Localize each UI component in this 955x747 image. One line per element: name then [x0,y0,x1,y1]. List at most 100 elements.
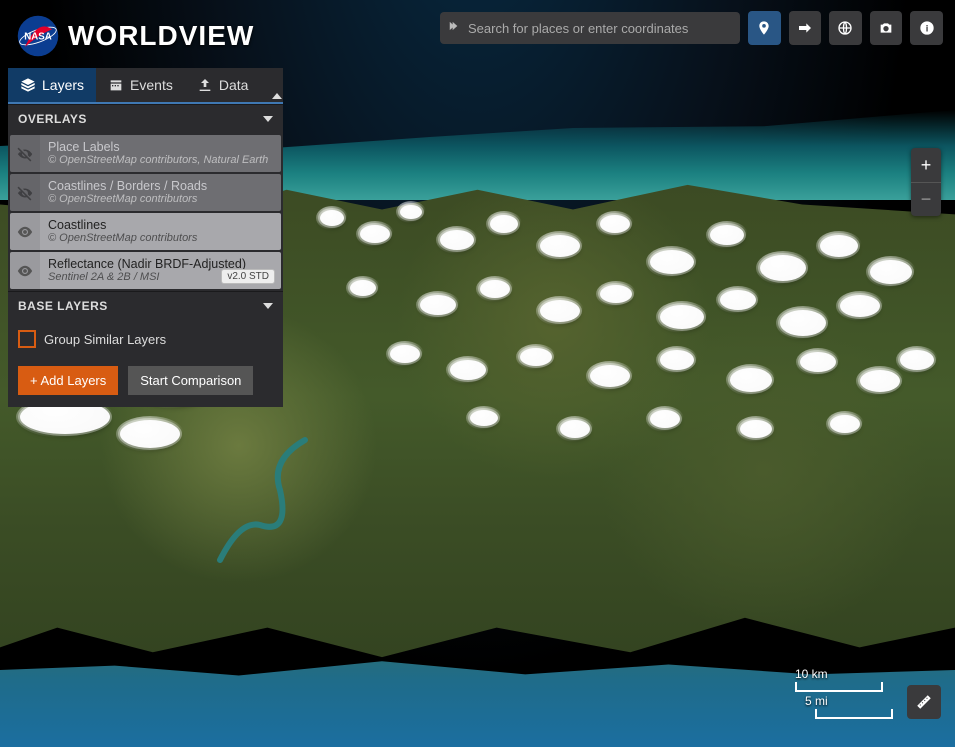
search-box[interactable] [440,12,740,44]
search-input[interactable] [468,21,726,36]
search-chevron-icon [448,19,462,38]
tab-data-label: Data [219,77,249,93]
cloud [800,352,836,372]
cloud [490,215,518,233]
app-title: WORLDVIEW [68,20,254,52]
sidebar-tabs: Layers Events Data [8,68,283,104]
cloud [450,360,486,380]
visibility-toggle[interactable] [10,213,40,250]
version-badge: v2.0 STD [221,269,275,284]
svg-text:i: i [925,23,928,33]
cloud [480,280,510,298]
cloud [860,370,900,392]
share-button[interactable] [789,11,822,45]
zoom-in-button[interactable]: + [911,148,941,182]
scale-km: 10 km [795,667,893,692]
overlays-header[interactable]: OVERLAYS [8,104,283,133]
cloud [400,205,422,219]
cloud [350,280,376,296]
snapshot-button[interactable] [870,11,903,45]
cloud [470,410,498,426]
cloud [820,235,858,257]
cloud [420,295,456,315]
layer-body: Reflectance (Nadir BRDF-Adjusted) Sentin… [40,252,281,289]
map-river [210,430,350,570]
layer-title: Coastlines / Borders / Roads [48,179,273,193]
overlays-title: OVERLAYS [18,112,87,126]
top-toolbar: i [440,12,943,44]
ruler-icon [915,693,933,711]
start-comparison-button[interactable]: Start Comparison [128,366,253,395]
cloud [520,348,552,366]
layer-title: Coastlines [48,218,273,232]
cloud [870,260,912,284]
cloud [600,215,630,233]
cloud [650,410,680,428]
base-layers-title: BASE LAYERS [18,299,108,313]
layer-body: Coastlines © OpenStreetMap contributors [40,213,281,250]
cloud [590,365,630,387]
group-similar-checkbox[interactable] [18,330,36,348]
cloud [900,350,934,370]
cloud [650,250,694,274]
visibility-toggle[interactable] [10,174,40,211]
scale-km-label: 10 km [795,667,828,681]
cloud [730,368,772,392]
layer-body: Place Labels © OpenStreetMap contributor… [40,135,281,172]
layer-subtitle: © OpenStreetMap contributors [48,193,273,205]
layer-reflectance[interactable]: Reflectance (Nadir BRDF-Adjusted) Sentin… [10,252,281,289]
sidebar-collapse-button[interactable] [260,68,294,102]
eye-icon [16,223,34,241]
tab-data[interactable]: Data [185,68,261,102]
chevron-down-icon [263,303,273,309]
layer-body: Coastlines / Borders / Roads © OpenStree… [40,174,281,211]
chevron-down-icon [263,116,273,122]
add-layers-button[interactable]: + Add Layers [18,366,118,395]
chevron-up-icon [272,76,282,99]
logo-row: NASA WORLDVIEW [8,8,283,68]
layer-subtitle: © OpenStreetMap contributors, Natural Ea… [48,154,273,166]
scale-mi: 5 mi [805,694,893,719]
cloud [660,350,694,370]
cloud [840,295,880,317]
eye-icon [16,262,34,280]
zoom-control: + − [911,148,941,216]
layer-place-labels[interactable]: Place Labels © OpenStreetMap contributor… [10,135,281,172]
overlay-layer-list: Place Labels © OpenStreetMap contributor… [8,133,283,291]
layer-title: Place Labels [48,140,273,154]
base-layers-header[interactable]: BASE LAYERS [8,291,283,320]
cloud [660,305,704,329]
measure-button[interactable] [907,685,941,719]
layer-subtitle: © OpenStreetMap contributors [48,232,273,244]
tab-layers[interactable]: Layers [8,68,96,102]
cloud [540,235,580,257]
svg-text:NASA: NASA [24,32,51,43]
tab-layers-label: Layers [42,77,84,93]
group-similar-row[interactable]: Group Similar Layers [8,320,283,358]
cloud [710,225,744,245]
cloud [560,420,590,438]
cloud [720,290,756,310]
scale-indicator: 10 km 5 mi [795,667,893,719]
eye-off-icon [16,145,34,163]
layer-coastlines-borders-roads[interactable]: Coastlines / Borders / Roads © OpenStree… [10,174,281,211]
visibility-toggle[interactable] [10,252,40,289]
info-button[interactable]: i [910,11,943,45]
location-marker-button[interactable] [748,11,781,45]
cloud [760,255,806,281]
cloud [540,300,580,322]
cloud [360,225,390,243]
cloud [830,415,860,433]
projection-button[interactable] [829,11,862,45]
zoom-out-button[interactable]: − [911,182,941,216]
nasa-logo-icon: NASA [16,14,60,58]
cloud [780,310,826,336]
visibility-toggle[interactable] [10,135,40,172]
cloud [120,420,180,448]
sidebar-button-row: + Add Layers Start Comparison [8,358,283,407]
sidebar: NASA WORLDVIEW Layers Events Data OVERLA… [8,8,283,407]
layer-coastlines[interactable]: Coastlines © OpenStreetMap contributors [10,213,281,250]
tab-events[interactable]: Events [96,68,185,102]
group-similar-label: Group Similar Layers [44,332,166,347]
tab-events-label: Events [130,77,173,93]
